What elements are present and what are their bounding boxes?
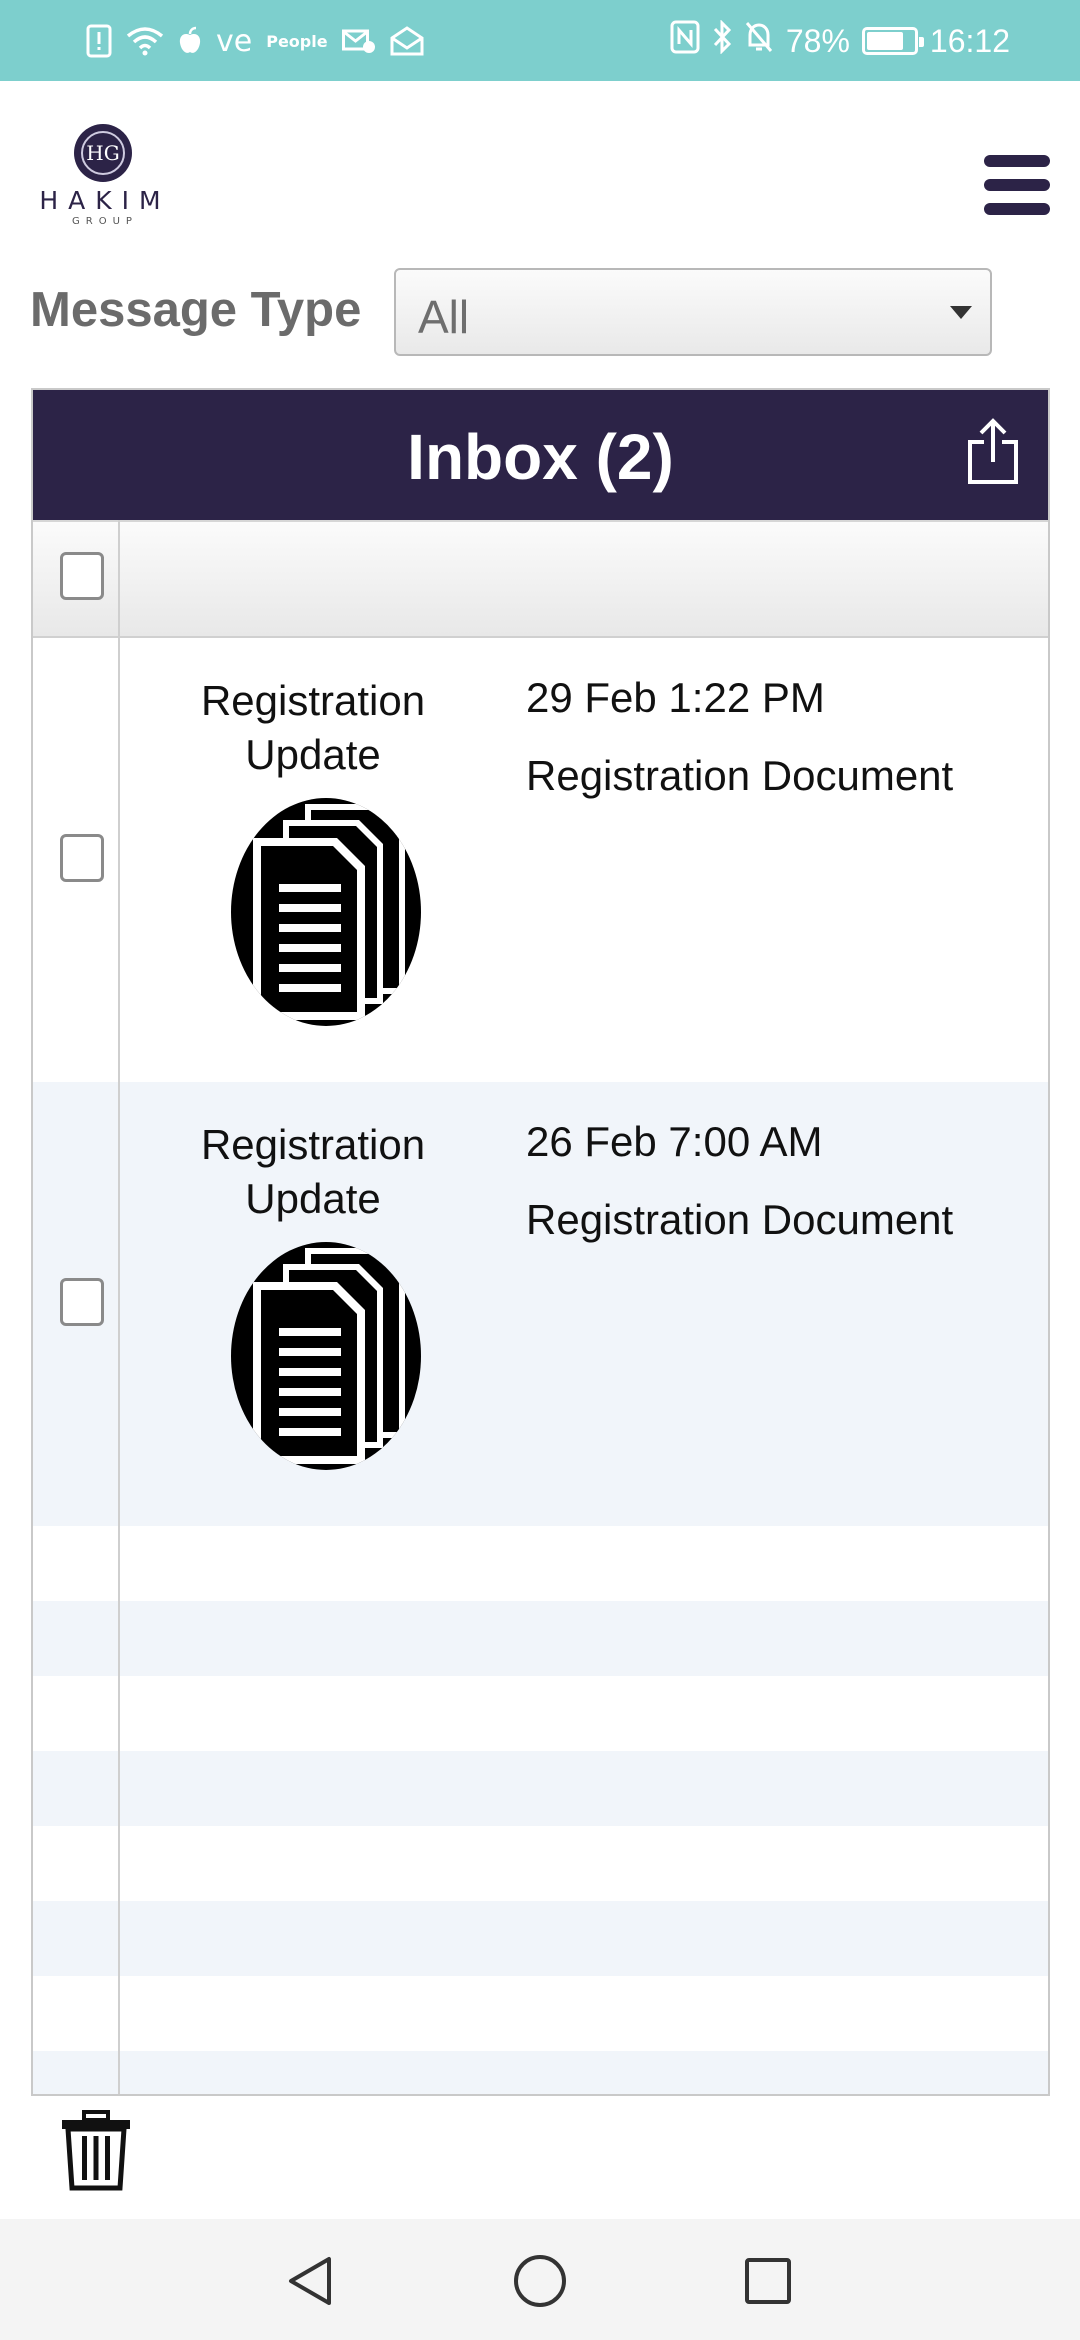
caret-down-icon (950, 306, 972, 319)
battery-icon (861, 27, 924, 55)
bluetooth-icon (712, 19, 732, 62)
back-triangle-icon (289, 2257, 331, 2305)
message-subject: Registration Document (526, 752, 954, 799)
nav-home-button[interactable] (510, 2251, 570, 2311)
select-all-checkbox[interactable] (60, 552, 104, 600)
clock: 16:12 (929, 22, 1010, 59)
select-all-bar (33, 520, 1048, 638)
battery-level-fill (866, 32, 903, 50)
logo-name: HAKIM (39, 186, 171, 215)
home-circle-icon (514, 2255, 566, 2307)
inbox-header: Inbox (2) (33, 390, 1048, 520)
empty-row (33, 1601, 1048, 1676)
message-checkbox[interactable] (60, 1278, 104, 1326)
nav-recents-button[interactable] (738, 2251, 798, 2311)
message-date: 26 Feb 7:00 AM (526, 1118, 823, 1165)
empty-row (33, 1751, 1048, 1826)
menu-bar-icon (984, 203, 1050, 215)
message-checkbox[interactable] (60, 834, 104, 882)
system-nav-bar (0, 2219, 1080, 2340)
logo-monogram: HG (81, 131, 125, 175)
carrier-text: ve (216, 23, 253, 59)
hamburger-menu-button[interactable] (984, 155, 1050, 217)
empty-row (33, 1526, 1048, 1601)
empty-row (33, 1901, 1048, 1976)
share-export-button[interactable] (966, 418, 1020, 486)
mail-settings-icon (341, 28, 376, 54)
message-subject: Registration Document (526, 1196, 954, 1243)
status-notifications: ve People (86, 18, 424, 64)
trash-icon (62, 2110, 130, 2191)
empty-row (33, 1826, 1048, 1901)
empty-row (33, 1676, 1048, 1751)
message-row[interactable]: Registration Update (33, 1082, 1048, 1526)
column-divider (118, 520, 120, 2094)
message-row[interactable]: Registration Update (33, 638, 1048, 1082)
message-type-label: Message Type (30, 283, 362, 337)
documents-icon (231, 1242, 421, 1470)
mute-bell-icon (744, 20, 774, 62)
message-type: Registration Update (200, 1121, 426, 1222)
status-bar: ve People 78% 16:12 (0, 0, 1080, 81)
nfc-icon (670, 20, 700, 62)
apple-app-icon (178, 26, 202, 56)
inbox-panel: Inbox (2) Registration Update 29 Feb 1:2… (31, 388, 1050, 2096)
menu-bar-icon (984, 155, 1050, 167)
inbox-title: Inbox (2) (407, 421, 674, 493)
empty-row (33, 2051, 1048, 2094)
logo-subtitle: GROUP (72, 216, 138, 227)
message-type-select[interactable]: All (394, 268, 992, 356)
message-type-selected: All (418, 291, 470, 343)
alert-sim-icon (86, 24, 112, 58)
message-date: 29 Feb 1:22 PM (526, 674, 825, 721)
wifi-icon (126, 26, 164, 56)
empty-row (33, 1976, 1048, 2051)
nav-back-button[interactable] (281, 2251, 341, 2311)
menu-bar-icon (984, 179, 1050, 191)
delete-button[interactable] (60, 2110, 132, 2192)
message-type: Registration Update (200, 677, 426, 778)
hakim-group-logo[interactable]: HG HAKIM GROUP (30, 120, 180, 232)
recents-square-icon (745, 2258, 791, 2304)
people-app-text: People (266, 31, 328, 51)
mail-open-icon (390, 26, 424, 56)
documents-icon (231, 798, 421, 1026)
logo-badge: HG (74, 124, 132, 182)
battery-percent: 78% (785, 22, 850, 59)
status-system: 78% 16:12 (670, 18, 1010, 64)
share-icon (968, 418, 1018, 484)
